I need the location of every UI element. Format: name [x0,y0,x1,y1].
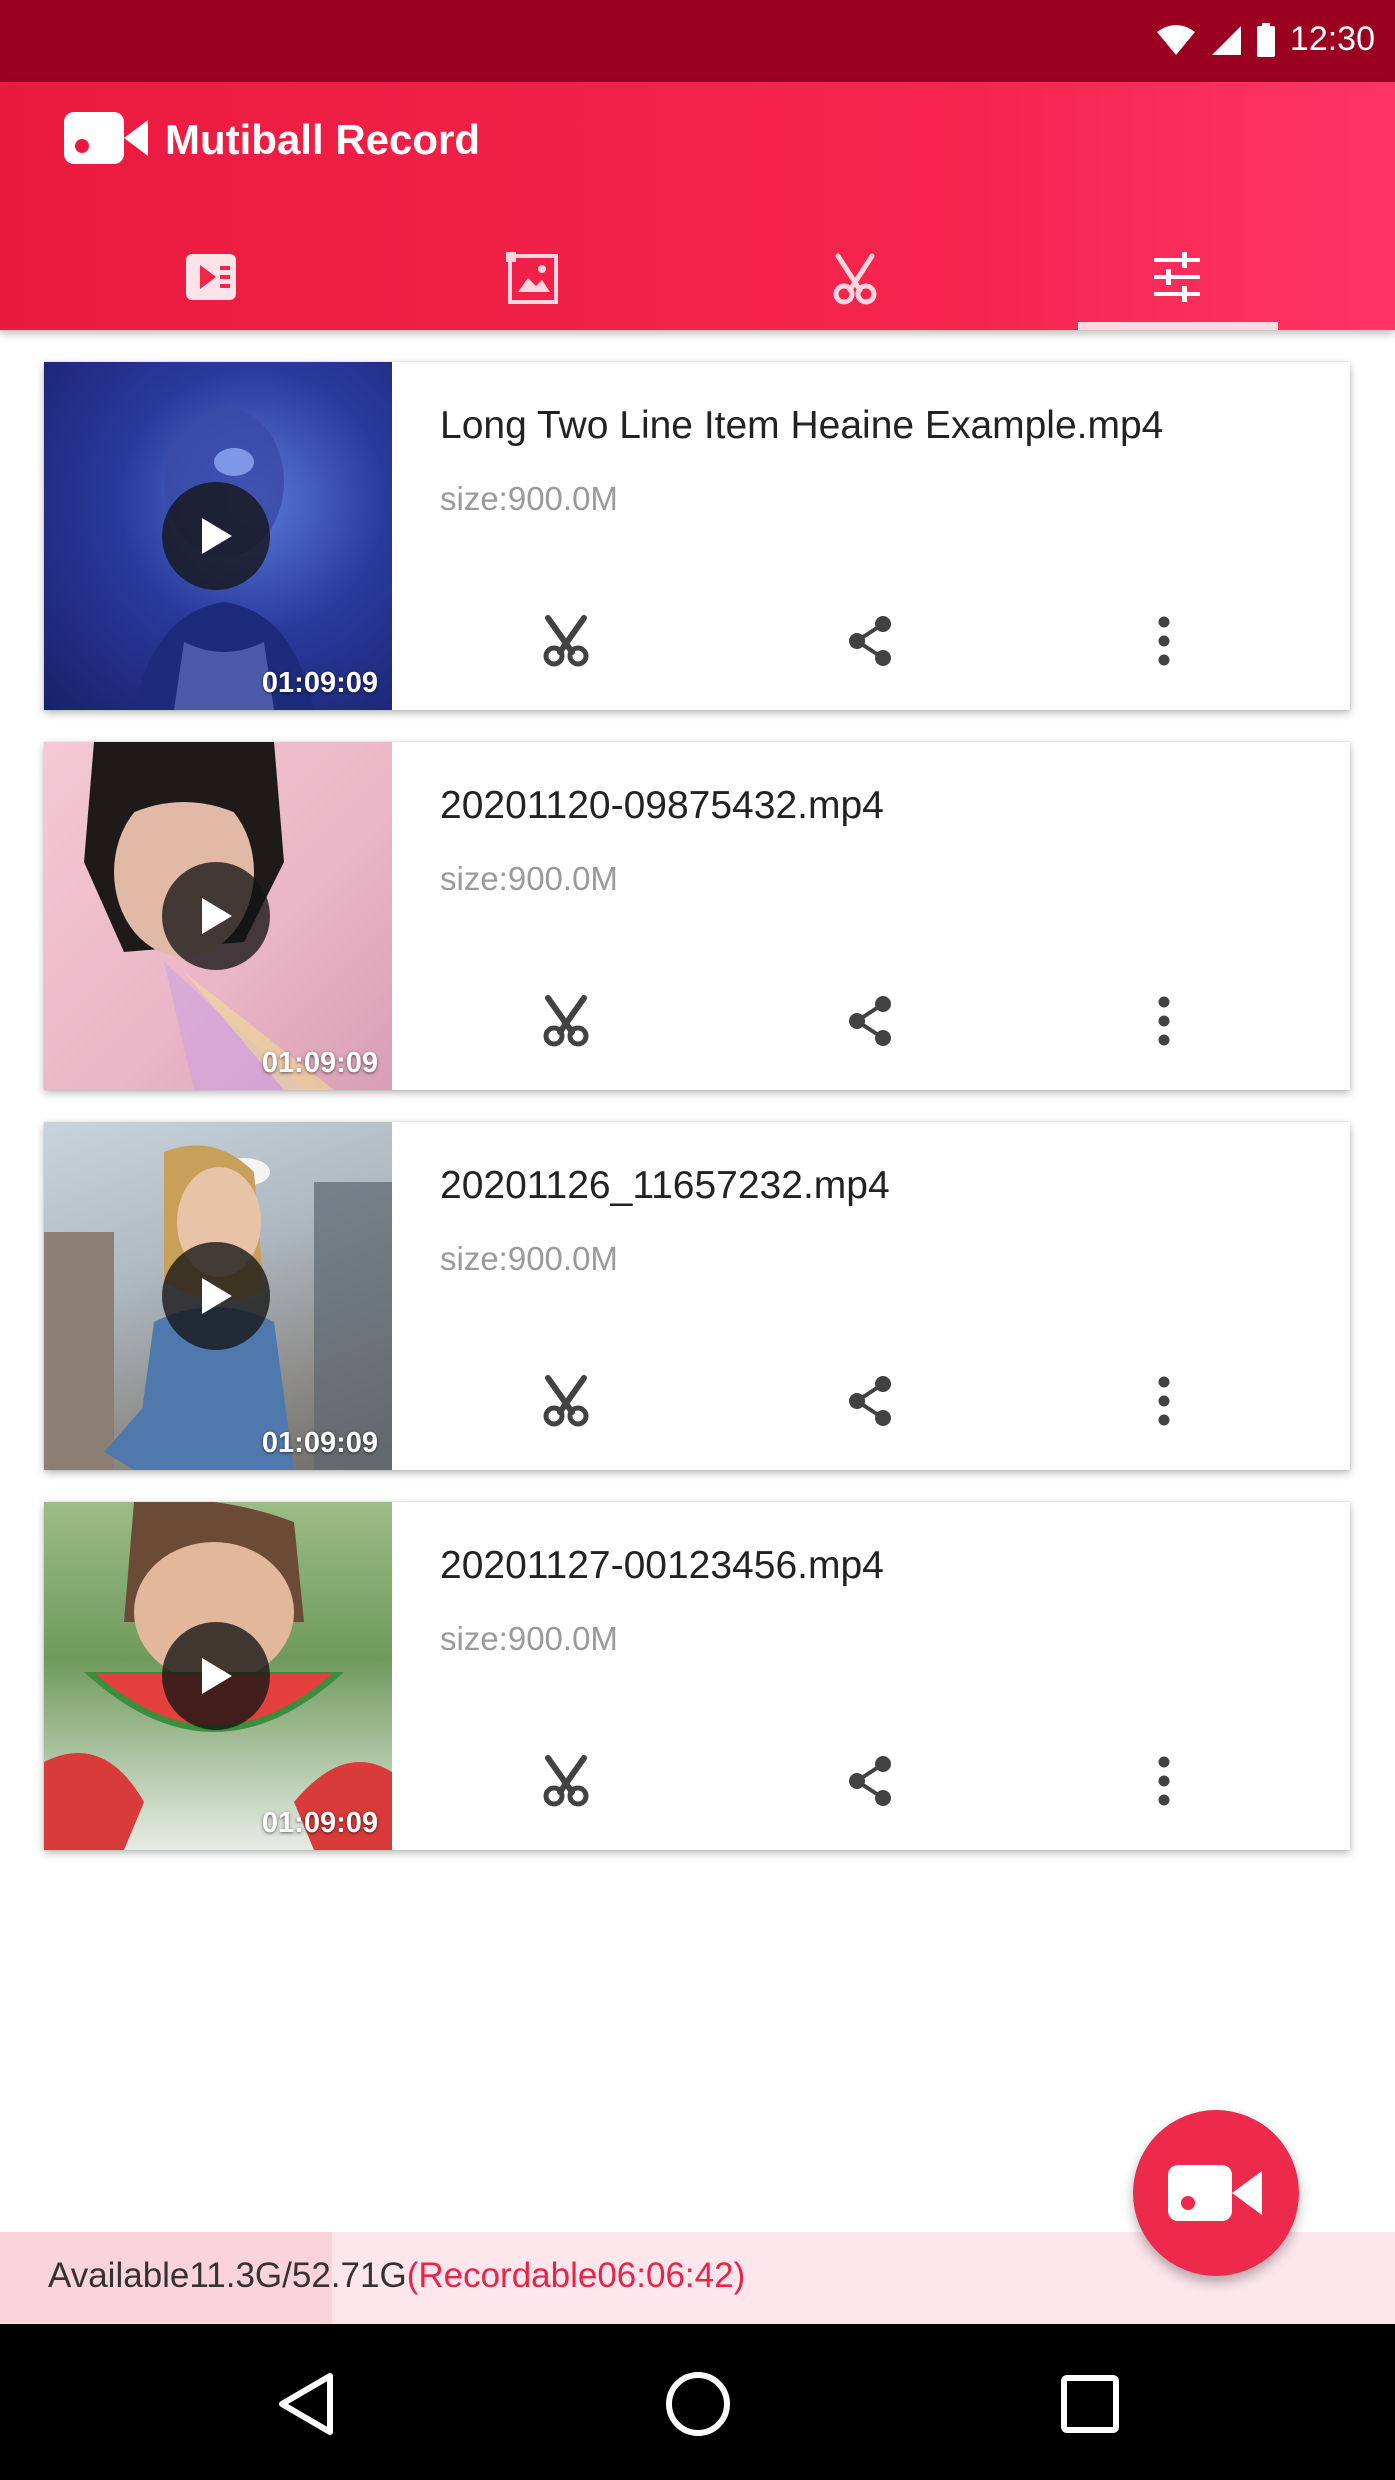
tab-edit[interactable] [694,210,1016,330]
cut-button[interactable] [526,1746,606,1816]
scissors-icon [543,1375,589,1427]
share-icon [849,1376,891,1426]
tab-videos[interactable] [50,210,372,330]
status-bar: 12:30 [0,0,1395,82]
image-icon [506,252,558,304]
video-size: size:900.0M [440,480,618,517]
more-options-button[interactable] [1124,606,1204,676]
more-options-button[interactable] [1124,986,1204,1056]
nav-home-button[interactable] [658,2364,738,2444]
share-button[interactable] [830,986,910,1056]
play-icon [202,898,232,934]
scissors-icon [543,615,589,667]
video-thumbnail[interactable]: 01:09:09 [44,742,392,1090]
video-card[interactable]: 01:09:09 20201120-09875432.mp4 size:900.… [44,742,1350,1090]
tune-icon [1154,252,1200,302]
status-time: 12:30 [1289,20,1375,58]
back-triangle-icon [279,2373,333,2435]
cell-signal-icon [1211,25,1241,55]
video-thumbnail[interactable]: 01:09:09 [44,1122,392,1470]
home-circle-icon [666,2372,730,2436]
share-button[interactable] [830,606,910,676]
video-list-icon [186,254,236,300]
play-button[interactable] [162,482,270,590]
more-vert-icon [1158,616,1170,666]
video-title: 20201120-09875432.mp4 [440,784,884,827]
video-card[interactable]: 01:09:09 20201126_11657232.mp4 size:900.… [44,1122,1350,1470]
storage-recordable: (Recordable06:06:42) [406,2256,746,2295]
video-camera-icon [1168,2165,1262,2221]
app-bar: Mutiball Record [0,82,1395,330]
video-title: 20201126_11657232.mp4 [440,1164,890,1207]
nav-recents-button[interactable] [1050,2364,1130,2444]
play-button[interactable] [162,1242,270,1350]
video-thumbnail[interactable]: 01:09:09 [44,362,392,710]
video-size: size:900.0M [440,1240,618,1277]
storage-text: Available11.3G/52.71G(Recordable06:06:42… [48,2256,745,2296]
system-nav-bar [0,2324,1395,2480]
battery-icon [1256,22,1275,57]
share-icon [849,996,891,1046]
video-duration: 01:09:09 [261,1807,378,1839]
tab-indicator [1078,322,1278,330]
record-fab[interactable] [1133,2110,1299,2276]
scissors-icon [543,1755,589,1807]
video-title: Long Two Line Item Heaine Example.mp4 [440,404,1164,447]
more-vert-icon [1158,1376,1170,1426]
share-button[interactable] [830,1746,910,1816]
wifi-icon [1156,24,1195,55]
play-icon [202,1658,232,1694]
video-duration: 01:09:09 [261,1047,378,1079]
play-icon [202,1278,232,1314]
status-icons: 12:30 [1156,20,1375,59]
more-options-button[interactable] [1124,1366,1204,1436]
storage-available: Available11.3G/52.71G [48,2256,407,2295]
tab-bar [0,210,1395,330]
play-icon [202,518,232,554]
more-vert-icon [1158,1756,1170,1806]
more-vert-icon [1158,996,1170,1046]
share-icon [849,1756,891,1806]
video-title: 20201127-00123456.mp4 [440,1544,884,1587]
app-logo-icon [64,112,148,164]
video-duration: 01:09:09 [261,1427,378,1459]
scissors-icon [543,995,589,1047]
video-thumbnail[interactable]: 01:09:09 [44,1502,392,1850]
video-size: size:900.0M [440,860,618,897]
app-title: Mutiball Record [165,116,481,163]
recents-square-icon [1061,2375,1119,2433]
video-size: size:900.0M [440,1620,618,1657]
cut-button[interactable] [526,606,606,676]
nav-back-button[interactable] [266,2364,346,2444]
share-icon [849,616,891,666]
scissors-icon [833,253,877,305]
cut-button[interactable] [526,986,606,1056]
video-duration: 01:09:09 [261,667,378,699]
share-button[interactable] [830,1366,910,1436]
play-button[interactable] [162,1622,270,1730]
video-card[interactable]: 01:09:09 20201127-00123456.mp4 size:900.… [44,1502,1350,1850]
cut-button[interactable] [526,1366,606,1436]
video-card[interactable]: 01:09:09 Long Two Line Item Heaine Examp… [44,362,1350,710]
tab-images[interactable] [372,210,694,330]
more-options-button[interactable] [1124,1746,1204,1816]
tab-settings[interactable] [1016,210,1338,330]
play-button[interactable] [162,862,270,970]
